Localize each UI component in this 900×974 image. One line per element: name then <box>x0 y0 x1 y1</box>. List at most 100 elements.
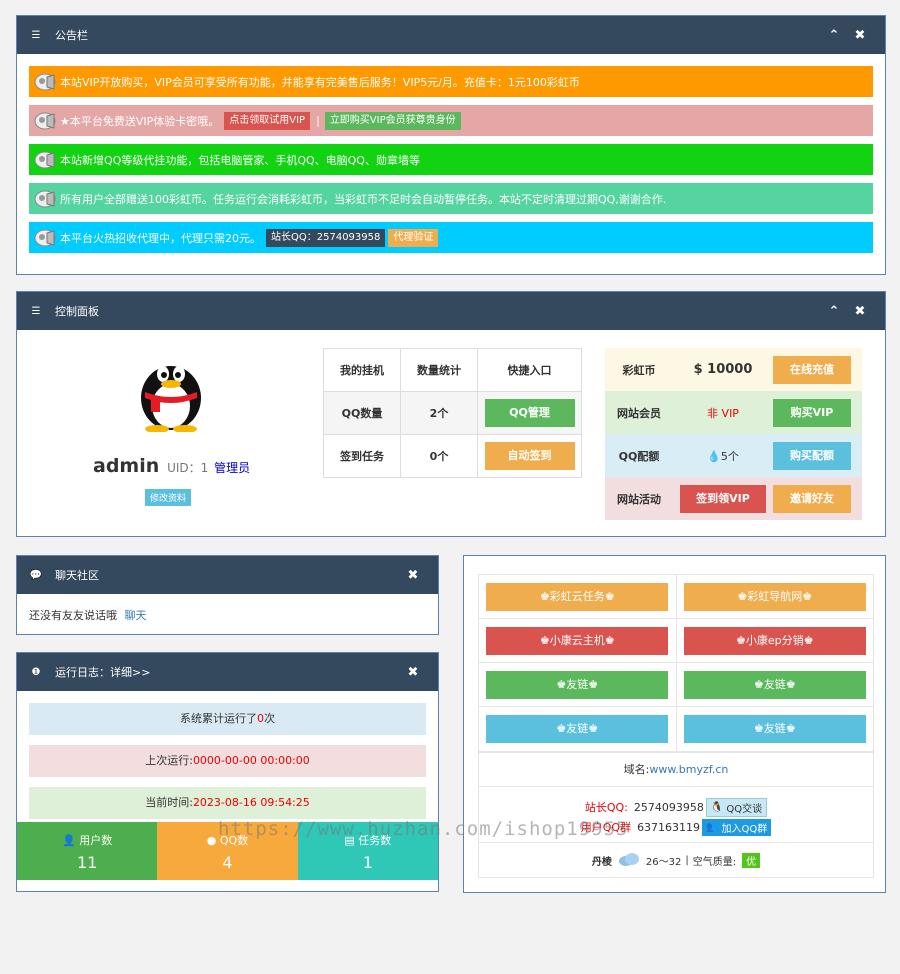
owner-qq-badge: 站长QQ：2574093958 <box>266 228 386 247</box>
weather-row: 丹棱 26～32 | 空气质量: 优 <box>479 843 873 877</box>
close-icon[interactable]: ✖ <box>847 28 873 43</box>
speaker-icon <box>32 110 58 132</box>
link-button[interactable]: ♚友链♚ <box>486 715 669 743</box>
last-run-value: 0000-00-00 00:00:00 <box>192 754 310 767</box>
collapse-icon[interactable]: ⌃ <box>821 304 847 319</box>
link-button[interactable]: ♚小康云主机♚ <box>486 626 669 655</box>
comments-icon: 💬 <box>29 569 43 581</box>
speaker-icon <box>32 71 58 93</box>
quota-value-wrap: 💧5个 <box>673 448 773 464</box>
link-button[interactable]: ♚友链♚ <box>683 715 866 743</box>
weather-city: 丹棱 <box>591 856 612 868</box>
control-panel: ☰ 控制面板 ⌃ ✖ admin UID：1 管理员 修改资料 我的挂机 数量统… <box>16 291 886 537</box>
run-count-suffix: 次 <box>264 712 275 725</box>
group-icon: 👥 <box>706 821 719 833</box>
auto-sign-button[interactable]: 自动签到 <box>484 442 575 470</box>
vip-value: 非 VIP <box>707 406 739 420</box>
speaker-icon <box>32 227 58 249</box>
table-cell: 0个 <box>400 434 478 478</box>
qq-count-value: 4 <box>222 853 233 872</box>
notice-text: 本站新增QQ等级代挂功能，包括电脑管家、手机QQ、电脑QQ、勋章墙等 <box>60 153 420 167</box>
qq-manage-button[interactable]: QQ管理 <box>484 399 575 427</box>
sign-vip-button[interactable]: 签到领VIP <box>680 484 766 513</box>
weather-separator: | <box>685 854 689 866</box>
user-count-value: 11 <box>76 853 98 872</box>
notice-text: 所有用户全部赠送100彩虹币。任务运行会消耗彩虹币，当彩虹币不足时会自动暂停任务… <box>60 192 667 206</box>
last-run-stat: 上次运行:0000-00-00 00:00:00 <box>29 745 426 777</box>
domain-label: 域名: <box>623 763 650 776</box>
recharge-button[interactable]: 在线充值 <box>773 355 851 384</box>
table-cell: 2个 <box>400 391 478 435</box>
avatar <box>135 348 207 433</box>
chat-panel: 💬 聊天社区 ✖ 还没有友友说话哦 聊天 <box>16 555 439 635</box>
buy-quota-button[interactable]: 购买配额 <box>773 441 851 470</box>
chat-link[interactable]: 聊天 <box>125 609 147 622</box>
now-value: 2023-08-16 09:54:25 <box>192 796 310 809</box>
join-group-label: 加入QQ群 <box>721 823 768 835</box>
trial-vip-link[interactable]: 点击领取试用VIP <box>224 111 311 130</box>
quota-label: QQ配额 <box>618 449 660 463</box>
speaker-icon <box>32 188 58 210</box>
join-group-button[interactable]: 👥 加入QQ群 <box>702 818 772 836</box>
owner-qq-row: 站长QQ: 2574093958 🐧 QQ交谈 <box>479 797 873 817</box>
control-panel-header: ☰ 控制面板 ⌃ ✖ <box>17 292 885 330</box>
link-button[interactable]: ♚小康ep分销♚ <box>683 626 866 655</box>
site-info: 域名:www.bmyzf.cn 站长QQ: 2574093958 🐧 QQ交谈 用… <box>478 752 874 878</box>
domain-link[interactable]: www.bmyzf.cn <box>649 763 728 776</box>
notice-panel-header: ☰ 公告栏 ⌃ ✖ <box>17 16 885 54</box>
links-row: ♚彩虹云任务♚ ♚彩虹导航网♚ <box>479 575 873 619</box>
close-icon[interactable]: ✖ <box>400 665 426 680</box>
notice-panel: ☰ 公告栏 ⌃ ✖ 本站VIP开放购买，VIP会员可享受所有功能，并能享有完美售… <box>16 15 886 275</box>
vip-label: 网站会员 <box>617 406 661 420</box>
link-button[interactable]: ♚彩虹云任务♚ <box>486 582 669 611</box>
activity-label: 网站活动 <box>617 492 661 506</box>
buy-vip-button[interactable]: 购买VIP <box>773 398 851 427</box>
quota-value: 5个 <box>720 449 739 463</box>
log-panel-header: ❶ 运行日志：详细>> ✖ <box>17 653 438 691</box>
link-button[interactable]: ♚友链♚ <box>486 670 669 699</box>
edit-profile-button[interactable]: 修改资料 <box>145 489 192 506</box>
table-cell: 签到任务 <box>323 434 401 478</box>
close-icon[interactable]: ✖ <box>400 568 426 583</box>
close-icon[interactable]: ✖ <box>847 304 873 319</box>
link-button[interactable]: ♚友链♚ <box>683 670 866 699</box>
chat-body: 还没有友友说话哦 聊天 <box>17 594 438 636</box>
table-row: 签到任务 0个 自动签到 <box>323 434 582 478</box>
table-row: QQ数量 2个 QQ管理 <box>323 391 582 435</box>
owner-qq-value: 2574093958 <box>633 800 704 814</box>
activity-btn-wrap: 签到领VIP <box>673 484 773 513</box>
last-run-label: 上次运行: <box>145 754 193 767</box>
notice-panel-title: 公告栏 <box>55 29 88 42</box>
speaker-icon <box>32 149 58 171</box>
droplet-icon: 💧 <box>707 449 721 463</box>
links-row: ♚小康云主机♚ ♚小康ep分销♚ <box>479 619 873 663</box>
weather-temp: 26～32 <box>645 856 682 868</box>
list-icon: ☰ <box>31 305 41 317</box>
chat-text: 还没有友友说话哦 <box>29 609 117 622</box>
cloud-icon <box>618 852 640 869</box>
qq-chat-button[interactable]: 🐧 QQ交谈 <box>705 797 768 817</box>
notice-item: 本站新增QQ等级代挂功能，包括电脑管家、手机QQ、电脑QQ、勋章墙等 <box>29 144 873 175</box>
agent-verify-link[interactable]: 代理验证 <box>388 228 439 247</box>
qq-icon: ● <box>206 834 217 847</box>
control-panel-title: 控制面板 <box>55 305 99 318</box>
now-label: 当前时间: <box>145 796 193 809</box>
table-cell: QQ管理 <box>477 391 582 435</box>
log-panel-title[interactable]: 运行日志：详细>> <box>55 664 400 680</box>
invite-friends-button[interactable]: 邀请好友 <box>773 484 851 513</box>
chat-panel-header: 💬 聊天社区 ✖ <box>17 556 438 594</box>
table-header-row: 我的挂机 数量统计 快捷入口 <box>323 348 582 392</box>
quota-row: QQ配额 💧5个 购买配额 <box>605 434 862 477</box>
separator: | <box>316 114 320 127</box>
link-button[interactable]: ♚彩虹导航网♚ <box>683 582 866 611</box>
current-time-stat: 当前时间:2023-08-16 09:54:25 <box>29 787 426 819</box>
group-qq-value: 637163119 <box>637 820 701 834</box>
qq-chat-label: QQ交谈 <box>726 803 763 815</box>
role-link[interactable]: 管理员 <box>214 461 250 475</box>
links-row: ♚友链♚ ♚友链♚ <box>479 707 873 751</box>
activity-row: 网站活动 签到领VIP 邀请好友 <box>605 477 862 520</box>
vip-row: 网站会员 非 VIP 购买VIP <box>605 391 862 434</box>
buy-vip-link[interactable]: 立即购买VIP会员获尊贵身份 <box>324 111 461 130</box>
task-table: 我的挂机 数量统计 快捷入口 QQ数量 2个 QQ管理 签到任务 0个 自动签到 <box>323 348 582 478</box>
collapse-icon[interactable]: ⌃ <box>821 28 847 43</box>
